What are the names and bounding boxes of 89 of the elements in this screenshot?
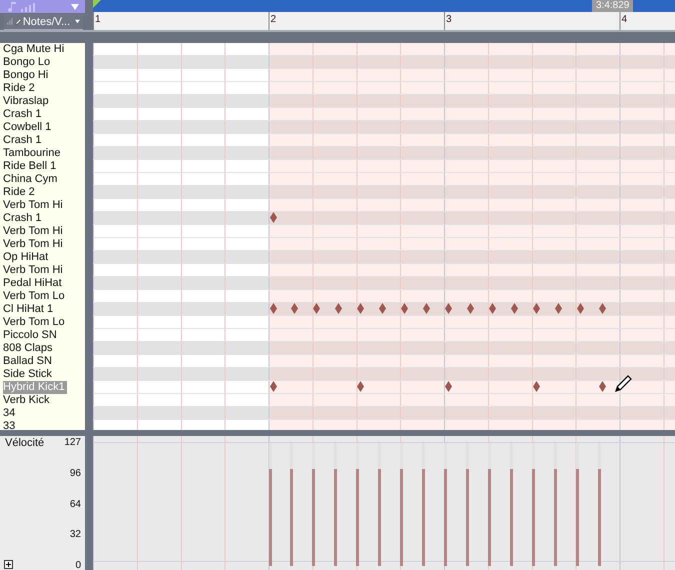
drum-name[interactable]: Ballad SN xyxy=(3,355,54,368)
velocity-bar[interactable] xyxy=(290,468,294,566)
scale-label: 96 xyxy=(68,468,81,480)
music-note-icon xyxy=(8,0,18,12)
drum-name[interactable]: Verb Tom Hi xyxy=(3,225,65,238)
time-display: 3:4:829 xyxy=(592,0,634,12)
velocity-bar[interactable] xyxy=(356,468,360,566)
drum-name[interactable]: Verb Tom Hi xyxy=(3,264,65,277)
velocity-bar[interactable] xyxy=(598,468,601,566)
drum-name[interactable]: Op HiHat xyxy=(3,251,50,264)
drum-name[interactable]: 808 Claps xyxy=(3,342,55,355)
track-view-button[interactable] xyxy=(0,0,85,13)
drum-hit-icon[interactable] xyxy=(357,381,364,392)
drum-name[interactable]: Cl HiHat 1 xyxy=(3,303,56,316)
expand-icon[interactable] xyxy=(4,560,13,569)
velocity-bar[interactable] xyxy=(554,468,557,566)
scale-label: 0 xyxy=(74,560,81,570)
drum-name[interactable]: Crash 1 xyxy=(3,134,44,147)
drum-name[interactable]: Crash 1 xyxy=(3,212,44,225)
drum-name[interactable]: Verb Tom Lo xyxy=(3,290,67,303)
drum-hit-icon[interactable] xyxy=(466,303,474,314)
drum-name[interactable]: Bongo Lo xyxy=(3,56,52,69)
measure-number: 2 xyxy=(270,14,276,25)
scale-label: 127 xyxy=(63,437,81,449)
velocity-bar[interactable] xyxy=(400,468,404,566)
velocity-bar[interactable] xyxy=(466,468,469,566)
drum-hit-icon[interactable] xyxy=(291,303,298,314)
drum-name[interactable]: Cga Mute Hi xyxy=(3,43,66,56)
drum-hit-icon[interactable] xyxy=(270,381,277,392)
drum-hit-icon[interactable] xyxy=(313,303,320,314)
velocity-bar[interactable] xyxy=(510,468,513,566)
velocity-bar[interactable] xyxy=(532,468,535,566)
drum-hit-icon[interactable] xyxy=(598,381,606,392)
pencil-icon xyxy=(14,16,21,26)
drum-name[interactable]: Ride Bell 1 xyxy=(3,160,58,173)
velocity-bar[interactable] xyxy=(334,468,338,566)
velocity-bar[interactable] xyxy=(312,468,316,566)
drum-hit-icon[interactable] xyxy=(532,381,540,392)
drum-name[interactable]: China Cym xyxy=(3,173,60,186)
bars-icon xyxy=(7,17,13,26)
drum-name[interactable]: Ride 2 xyxy=(3,186,37,199)
drum-hit-icon[interactable] xyxy=(270,212,277,223)
drum-name[interactable]: Side Stick xyxy=(3,368,54,381)
drum-hit-icon[interactable] xyxy=(576,303,584,314)
scale-label: 64 xyxy=(68,498,81,510)
drum-name[interactable]: Verb Kick xyxy=(3,394,52,407)
drum-hit-icon[interactable] xyxy=(357,303,364,314)
drum-hit-icon[interactable] xyxy=(401,303,408,314)
drum-hit-icon[interactable] xyxy=(554,303,562,314)
scale-label: 32 xyxy=(68,529,81,542)
drum-name[interactable]: 33 xyxy=(3,420,18,430)
pencil-cursor-icon xyxy=(615,374,633,392)
velocity-lane[interactable] xyxy=(93,436,675,570)
measure-number: 3 xyxy=(445,14,452,25)
drum-name[interactable]: Bongo Hi xyxy=(3,69,50,82)
start-marker-icon xyxy=(93,0,101,8)
velocity-bar[interactable] xyxy=(576,468,579,566)
drum-name[interactable]: Verb Tom Lo xyxy=(3,316,67,329)
dropdown-arrow-icon xyxy=(71,4,79,10)
ruler[interactable]: 1 2 3 4 xyxy=(93,12,675,30)
drum-hit-icon[interactable] xyxy=(532,303,540,314)
drum-name[interactable]: Verb Tom Hi xyxy=(3,199,65,212)
measure-number: 4 xyxy=(620,14,628,25)
lane-label: Vélocité xyxy=(5,437,44,449)
drum-hit-icon[interactable] xyxy=(510,303,518,314)
drum-name[interactable]: 34 xyxy=(3,407,18,420)
drum-hit-icon[interactable] xyxy=(423,303,430,314)
drum-name[interactable]: Cowbell 1 xyxy=(3,121,54,134)
drum-hit-icon[interactable] xyxy=(379,303,386,314)
drum-hit-icon[interactable] xyxy=(598,303,606,314)
drum-hit-icon[interactable] xyxy=(488,303,496,314)
drum-hit-icon[interactable] xyxy=(445,303,452,314)
velocity-bar[interactable] xyxy=(378,468,382,566)
drum-name[interactable]: Piccolo SN xyxy=(3,329,59,342)
drum-name[interactable]: Verb Tom Hi xyxy=(3,238,65,251)
bars-icon xyxy=(21,2,37,12)
drum-name[interactable]: Ride 2 xyxy=(3,82,37,95)
velocity-bar[interactable] xyxy=(422,468,426,566)
dropdown-arrow-icon xyxy=(75,19,80,24)
measure-number: 1 xyxy=(94,14,101,25)
drum-name[interactable]: Pedal HiHat xyxy=(3,277,64,290)
drum-name[interactable]: Crash 1 xyxy=(3,108,44,121)
drum-name[interactable]: Vibraslap xyxy=(3,95,51,108)
drum-hit-icon[interactable] xyxy=(335,303,342,314)
drum-name[interactable]: Tambourine xyxy=(3,147,62,160)
drum-hit-icon[interactable] xyxy=(445,381,452,392)
velocity-bar[interactable] xyxy=(488,468,491,566)
view-dropdown[interactable]: Notes/V... xyxy=(4,14,83,30)
drum-hit-icon[interactable] xyxy=(270,303,277,314)
